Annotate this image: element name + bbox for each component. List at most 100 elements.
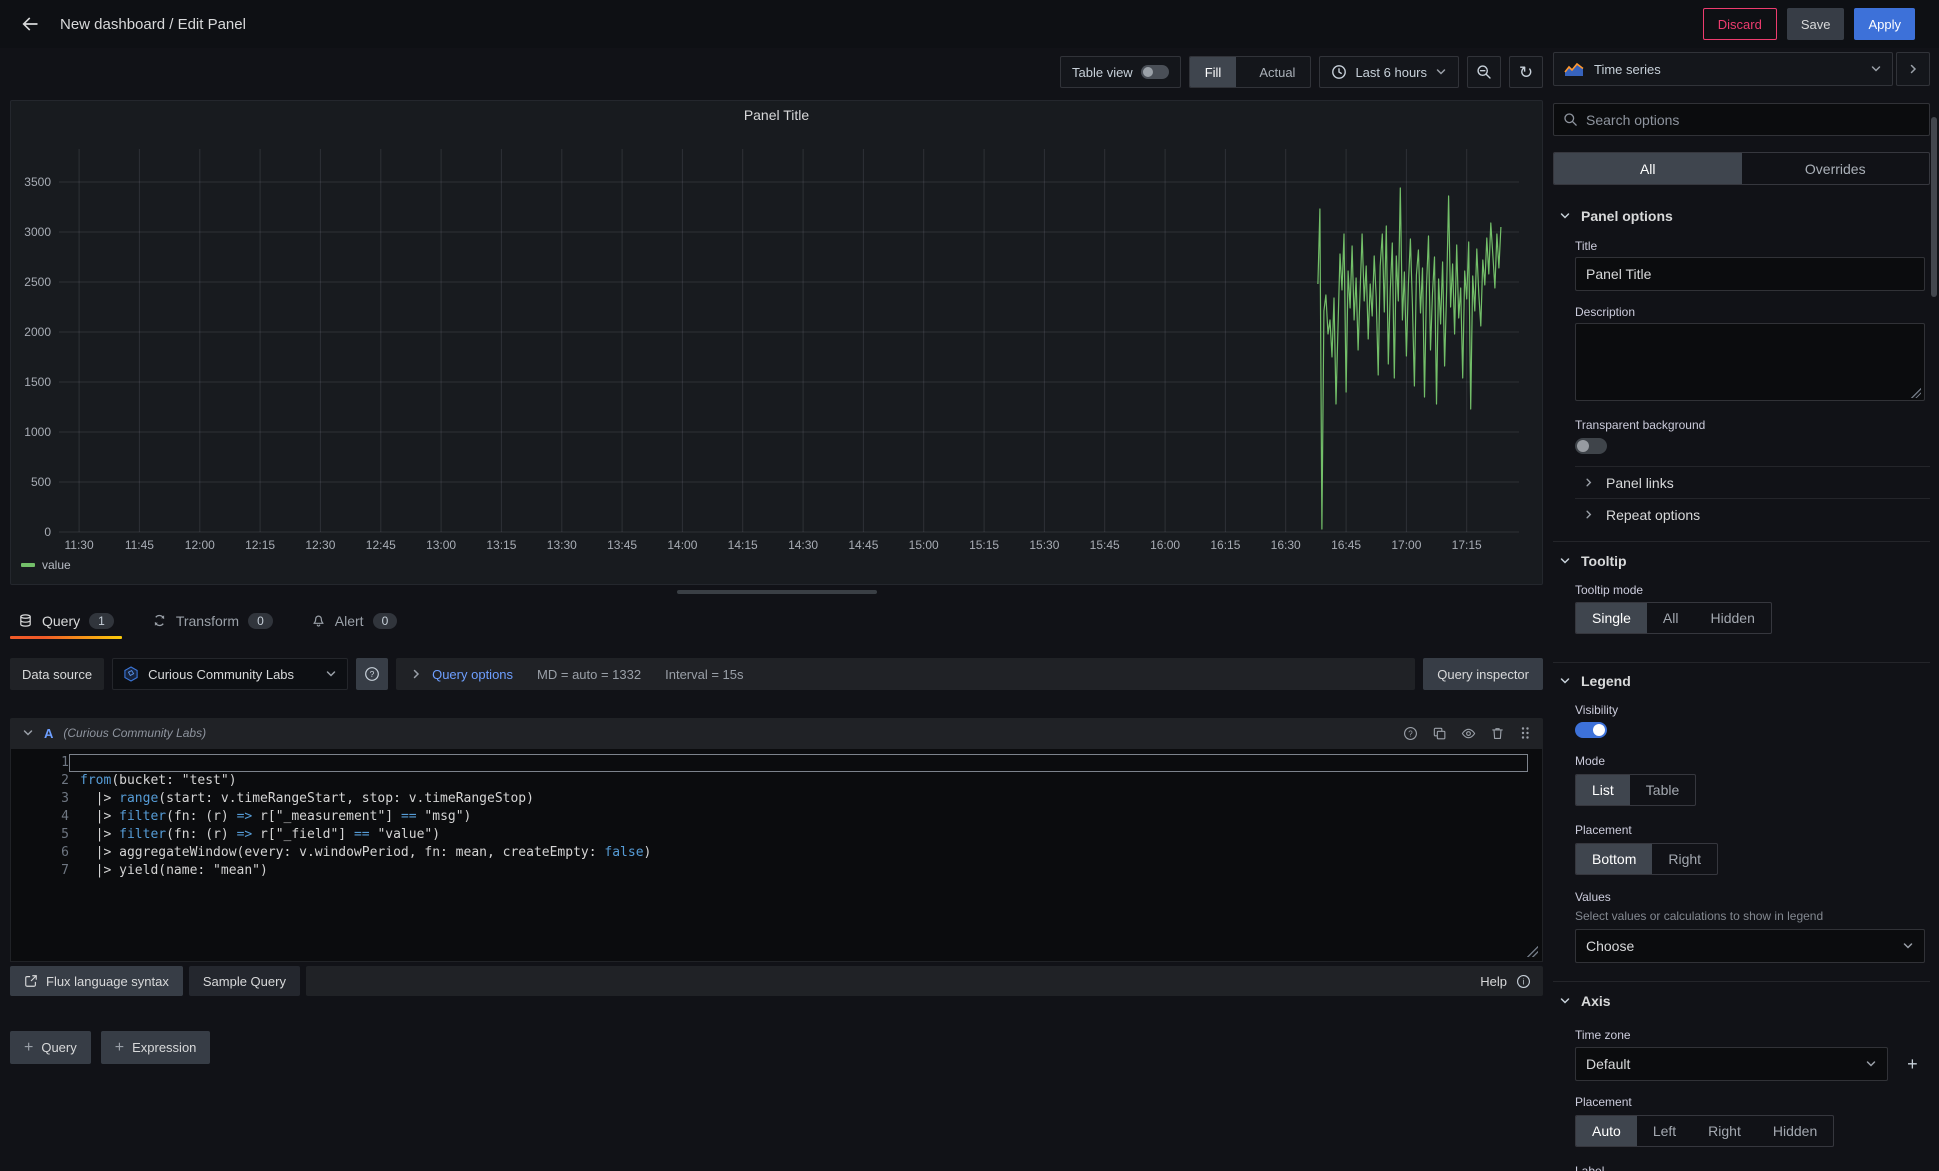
chevron-down-icon[interactable]	[22, 727, 34, 739]
back-button[interactable]	[14, 8, 46, 40]
code-line[interactable]: 6 |> aggregateWindow(every: v.windowPeri…	[11, 844, 1542, 862]
transform-icon	[152, 613, 167, 628]
chevron-down-icon	[1559, 210, 1571, 222]
query-help-button[interactable]: ?	[1403, 726, 1418, 741]
help-label[interactable]: Help	[1480, 974, 1507, 989]
query-editor-footer: Flux language syntax Sample Query Help i	[10, 966, 1543, 996]
svg-text:3000: 3000	[24, 225, 51, 239]
textarea-resize-handle[interactable]	[1911, 388, 1921, 398]
panel-title-input[interactable]	[1575, 257, 1925, 291]
discard-button[interactable]: Discard	[1703, 8, 1777, 40]
options-search-input[interactable]	[1586, 112, 1920, 128]
apply-button[interactable]: Apply	[1854, 8, 1915, 40]
tab-all[interactable]: All	[1554, 153, 1742, 184]
info-circle-icon[interactable]: i	[1516, 974, 1531, 989]
add-timezone-button[interactable]: +	[1900, 1051, 1925, 1077]
tooltip-mode-hidden[interactable]: Hidden	[1694, 603, 1770, 633]
line-number: 3	[11, 790, 69, 808]
query-inspector-button[interactable]: Query inspector	[1423, 658, 1543, 690]
legend-values-select[interactable]: Choose	[1575, 929, 1925, 963]
chart-legend[interactable]: value	[21, 558, 71, 572]
database-icon	[18, 613, 33, 628]
table-view-switch[interactable]	[1141, 65, 1169, 79]
collapse-options-button[interactable]	[1896, 52, 1930, 86]
svg-text:12:15: 12:15	[245, 538, 275, 552]
legend-placement-bottom[interactable]: Bottom	[1576, 844, 1652, 874]
section-panel-options[interactable]: Panel options	[1553, 205, 1930, 226]
refresh-button[interactable]: ↻	[1509, 56, 1543, 88]
hide-query-button[interactable]	[1461, 726, 1476, 741]
tooltip-mode-label: Tooltip mode	[1575, 583, 1925, 597]
time-range-picker[interactable]: Last 6 hours	[1319, 56, 1459, 88]
tab-alert[interactable]: Alert 0	[303, 602, 405, 639]
timezone-select[interactable]: Default	[1575, 1047, 1888, 1081]
repeat-options-section[interactable]: Repeat options	[1553, 499, 1930, 530]
flux-query-editor[interactable]: 12from(bucket: "test")3 |> range(start: …	[10, 748, 1543, 962]
datasource-name: Curious Community Labs	[148, 667, 316, 682]
section-tooltip[interactable]: Tooltip	[1553, 550, 1930, 571]
query-options-link[interactable]: Query options	[432, 667, 513, 682]
table-view-toggle[interactable]: Table view	[1060, 56, 1181, 88]
save-button[interactable]: Save	[1787, 8, 1845, 40]
drag-handle-icon[interactable]	[1519, 726, 1531, 740]
actual-option[interactable]: Actual	[1244, 57, 1310, 87]
query-row-header[interactable]: A (Curious Community Labs) ?	[10, 718, 1543, 748]
topbar-actions: Discard Save Apply	[1703, 8, 1915, 40]
flux-syntax-button[interactable]: Flux language syntax	[10, 966, 183, 996]
tab-query-label: Query	[42, 613, 80, 629]
add-expression-button[interactable]: + Expression	[101, 1031, 211, 1064]
transparent-bg-toggle[interactable]	[1575, 438, 1607, 454]
remove-query-button[interactable]	[1490, 726, 1505, 741]
axis-placement-auto[interactable]: Auto	[1576, 1116, 1637, 1146]
duplicate-query-button[interactable]	[1432, 726, 1447, 741]
code-line[interactable]: 5 |> filter(fn: (r) => r["_field"] == "v…	[11, 826, 1542, 844]
sidebar-scrollbar[interactable]	[1931, 117, 1937, 297]
chevron-right-icon[interactable]	[410, 668, 422, 680]
code-line[interactable]: 2from(bucket: "test")	[11, 772, 1542, 790]
timeseries-chart: 050010001500200025003000350011:3011:4512…	[11, 127, 1542, 572]
options-filter-tabs: All Overrides	[1553, 152, 1930, 185]
section-legend[interactable]: Legend	[1553, 670, 1930, 691]
panel-description-input[interactable]	[1575, 323, 1925, 401]
pane-splitter-handle[interactable]	[677, 590, 877, 594]
fill-option[interactable]: Fill	[1190, 57, 1237, 87]
legend-placement-right[interactable]: Right	[1652, 844, 1717, 874]
tab-overrides[interactable]: Overrides	[1742, 153, 1930, 184]
datasource-help-button[interactable]: ?	[356, 658, 388, 690]
question-circle-icon: ?	[364, 666, 380, 682]
legend-visibility-toggle[interactable]	[1575, 722, 1607, 738]
legend-mode-list[interactable]: List	[1576, 775, 1630, 805]
zoom-out-button[interactable]	[1467, 56, 1501, 88]
legend-mode-label: Mode	[1575, 754, 1925, 768]
tab-query[interactable]: Query 1	[10, 602, 122, 639]
legend-values-hint: Select values or calculations to show in…	[1575, 909, 1925, 923]
axis-placement-hidden[interactable]: Hidden	[1757, 1116, 1833, 1146]
svg-text:2000: 2000	[24, 325, 51, 339]
code-line[interactable]: 3 |> range(start: v.timeRangeStart, stop…	[11, 790, 1542, 808]
visualization-picker[interactable]: Time series	[1553, 52, 1893, 86]
legend-mode-table[interactable]: Table	[1630, 775, 1695, 805]
code-line[interactable]: 1	[11, 754, 1542, 772]
editor-resize-handle[interactable]	[1527, 946, 1538, 957]
section-axis[interactable]: Axis	[1553, 990, 1930, 1011]
grafana-edit-panel: New dashboard / Edit Panel Discard Save …	[0, 0, 1939, 1171]
bell-icon	[311, 613, 326, 628]
axis-placement-left[interactable]: Left	[1637, 1116, 1692, 1146]
editor-tabs: Query 1 Transform 0 Alert 0	[10, 602, 405, 639]
tooltip-mode-single[interactable]: Single	[1576, 603, 1647, 633]
options-search[interactable]	[1553, 103, 1930, 136]
legend-values-label: Values	[1575, 890, 1925, 904]
panel-links-section[interactable]: Panel links	[1553, 467, 1930, 498]
axis-placement-right[interactable]: Right	[1692, 1116, 1757, 1146]
add-query-label: Query	[41, 1040, 76, 1055]
svg-text:16:30: 16:30	[1271, 538, 1301, 552]
section-title: Panel options	[1581, 208, 1673, 224]
code-line[interactable]: 7 |> yield(name: "mean")	[11, 862, 1542, 880]
add-query-button[interactable]: + Query	[10, 1031, 91, 1064]
svg-text:12:30: 12:30	[305, 538, 335, 552]
sample-query-button[interactable]: Sample Query	[189, 966, 300, 996]
tab-transform[interactable]: Transform 0	[144, 602, 281, 639]
datasource-picker[interactable]: Curious Community Labs	[112, 658, 348, 690]
code-line[interactable]: 4 |> filter(fn: (r) => r["_measurement"]…	[11, 808, 1542, 826]
tooltip-mode-all[interactable]: All	[1647, 603, 1695, 633]
